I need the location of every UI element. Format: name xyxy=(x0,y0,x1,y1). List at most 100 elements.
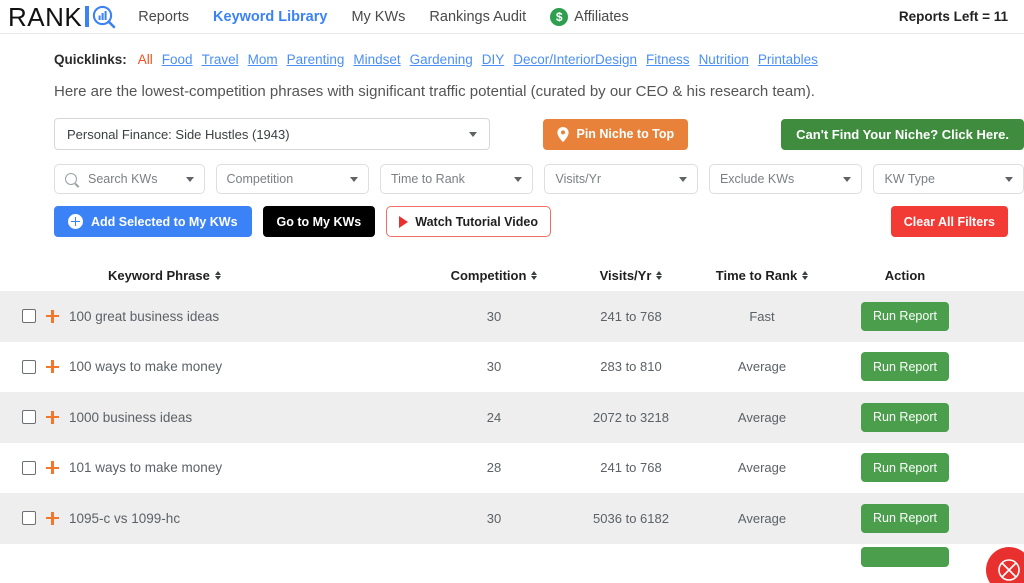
visits-value: 2072 to 3218 xyxy=(568,410,694,425)
keyword-phrase: 1000 business ideas xyxy=(69,410,192,425)
kw-type-filter[interactable]: KW Type xyxy=(873,164,1024,194)
map-pin-icon xyxy=(557,127,569,142)
quicklink-travel[interactable]: Travel xyxy=(202,52,239,67)
quicklink-nutrition[interactable]: Nutrition xyxy=(699,52,749,67)
quicklink-mom[interactable]: Mom xyxy=(248,52,278,67)
column-header-keyword-phrase[interactable]: Keyword Phrase xyxy=(0,268,420,283)
rankiq-logo[interactable]: RANK xyxy=(8,4,116,30)
clear-all-filters-button[interactable]: Clear All Filters xyxy=(891,206,1008,237)
time-to-rank-value: Average xyxy=(694,410,830,425)
keyword-table: Keyword Phrase Competition Visits/Yr Tim… xyxy=(0,259,1024,570)
quicklink-all[interactable]: All xyxy=(138,52,153,67)
niche-selection-row: Personal Finance: Side Hustles (1943) Pi… xyxy=(0,100,1024,150)
time-to-rank-filter[interactable]: Time to Rank xyxy=(380,164,533,194)
nav-item-rankings-audit[interactable]: Rankings Audit xyxy=(429,9,526,25)
row-checkbox[interactable] xyxy=(22,511,36,525)
row-checkbox[interactable] xyxy=(22,309,36,323)
quicklinks-label: Quicklinks: xyxy=(54,52,127,67)
run-report-button[interactable]: Run Report xyxy=(861,403,949,432)
nav-item-my-kws[interactable]: My KWs xyxy=(351,9,405,25)
competition-filter-label: Competition xyxy=(227,172,294,186)
chevron-down-icon xyxy=(350,177,358,182)
sort-icon xyxy=(215,271,221,280)
add-selected-to-my-kws-button[interactable]: Add Selected to My KWs xyxy=(54,206,252,237)
nav-links: Reports Keyword Library My KWs Rankings … xyxy=(138,8,628,26)
visits-value: 241 to 768 xyxy=(568,309,694,324)
sort-icon xyxy=(656,271,662,280)
table-row: 100 ways to make money 30 283 to 810 Ave… xyxy=(0,342,1024,393)
quicklink-fitness[interactable]: Fitness xyxy=(646,52,690,67)
niche-dropdown-value: Personal Finance: Side Hustles (1943) xyxy=(67,127,290,142)
row-checkbox[interactable] xyxy=(22,360,36,374)
run-report-button[interactable]: Run Report xyxy=(861,302,949,331)
nav-item-reports[interactable]: Reports xyxy=(138,9,189,25)
column-header-visits[interactable]: Visits/Yr xyxy=(568,268,694,283)
add-keyword-plus-icon[interactable] xyxy=(46,411,59,424)
sort-icon xyxy=(802,271,808,280)
visits-value: 283 to 810 xyxy=(568,359,694,374)
affiliates-label: Affiliates xyxy=(574,9,629,25)
watch-tutorial-label: Watch Tutorial Video xyxy=(415,215,538,229)
filter-row: Search KWs Competition Time to Rank Visi… xyxy=(0,150,1024,194)
time-to-rank-value: Average xyxy=(694,359,830,374)
visits-per-year-filter[interactable]: Visits/Yr xyxy=(544,164,697,194)
niche-dropdown[interactable]: Personal Finance: Side Hustles (1943) xyxy=(54,118,490,150)
time-to-rank-filter-label: Time to Rank xyxy=(391,172,465,186)
column-header-time-to-rank-label: Time to Rank xyxy=(716,268,797,283)
search-kws-placeholder: Search KWs xyxy=(88,172,157,186)
column-header-action-label: Action xyxy=(885,268,925,283)
competition-value: 30 xyxy=(420,309,568,324)
action-cell: Run Report xyxy=(830,453,980,482)
go-to-my-kws-button[interactable]: Go to My KWs xyxy=(263,206,376,237)
time-to-rank-value: Fast xyxy=(694,309,830,324)
quicklink-parenting[interactable]: Parenting xyxy=(287,52,345,67)
competition-value: 28 xyxy=(420,460,568,475)
competition-value: 30 xyxy=(420,359,568,374)
add-keyword-plus-icon[interactable] xyxy=(46,512,59,525)
add-keyword-plus-icon[interactable] xyxy=(46,310,59,323)
keyword-cell: 101 ways to make money xyxy=(0,460,420,475)
chevron-down-icon xyxy=(843,177,851,182)
row-checkbox[interactable] xyxy=(22,461,36,475)
chevron-down-icon xyxy=(679,177,687,182)
play-icon xyxy=(399,216,408,228)
quicklink-diy[interactable]: DIY xyxy=(482,52,505,67)
keyword-phrase: 100 ways to make money xyxy=(69,359,222,374)
column-header-time-to-rank[interactable]: Time to Rank xyxy=(694,268,830,283)
quicklink-printables[interactable]: Printables xyxy=(758,52,818,67)
column-header-competition[interactable]: Competition xyxy=(420,268,568,283)
nav-item-affiliates[interactable]: $ Affiliates xyxy=(550,8,629,26)
pin-niche-to-top-button[interactable]: Pin Niche to Top xyxy=(543,119,688,150)
search-kws-left: Search KWs xyxy=(65,172,157,186)
visits-filter-label: Visits/Yr xyxy=(555,172,601,186)
run-report-button[interactable] xyxy=(861,547,949,567)
keyword-cell: 1095-c vs 1099-hc xyxy=(0,511,420,526)
run-report-button[interactable]: Run Report xyxy=(861,352,949,381)
column-header-keyword-phrase-label: Keyword Phrase xyxy=(108,268,210,283)
visits-value: 5036 to 6182 xyxy=(568,511,694,526)
add-keyword-plus-icon[interactable] xyxy=(46,461,59,474)
quicklink-decor-interiordesign[interactable]: Decor/InteriorDesign xyxy=(513,52,637,67)
quicklink-food[interactable]: Food xyxy=(162,52,193,67)
quicklink-gardening[interactable]: Gardening xyxy=(410,52,473,67)
search-icon xyxy=(65,173,77,185)
competition-value: 30 xyxy=(420,511,568,526)
competition-filter[interactable]: Competition xyxy=(216,164,369,194)
nav-item-keyword-library[interactable]: Keyword Library xyxy=(213,9,327,25)
action-cell xyxy=(830,547,980,567)
search-kws-filter[interactable]: Search KWs xyxy=(54,164,205,194)
exclude-kws-filter[interactable]: Exclude KWs xyxy=(709,164,862,194)
action-cell: Run Report xyxy=(830,403,980,432)
run-report-button[interactable]: Run Report xyxy=(861,504,949,533)
chevron-down-icon xyxy=(1005,177,1013,182)
action-cell: Run Report xyxy=(830,302,980,331)
cant-find-niche-button[interactable]: Can't Find Your Niche? Click Here. xyxy=(781,119,1024,150)
row-checkbox[interactable] xyxy=(22,410,36,424)
run-report-button[interactable]: Run Report xyxy=(861,453,949,482)
keyword-cell: 100 ways to make money xyxy=(0,359,420,374)
add-keyword-plus-icon[interactable] xyxy=(46,360,59,373)
time-to-rank-value: Average xyxy=(694,460,830,475)
watch-tutorial-video-button[interactable]: Watch Tutorial Video xyxy=(386,206,551,237)
action-button-row: Add Selected to My KWs Go to My KWs Watc… xyxy=(0,194,1024,237)
quicklink-mindset[interactable]: Mindset xyxy=(353,52,400,67)
